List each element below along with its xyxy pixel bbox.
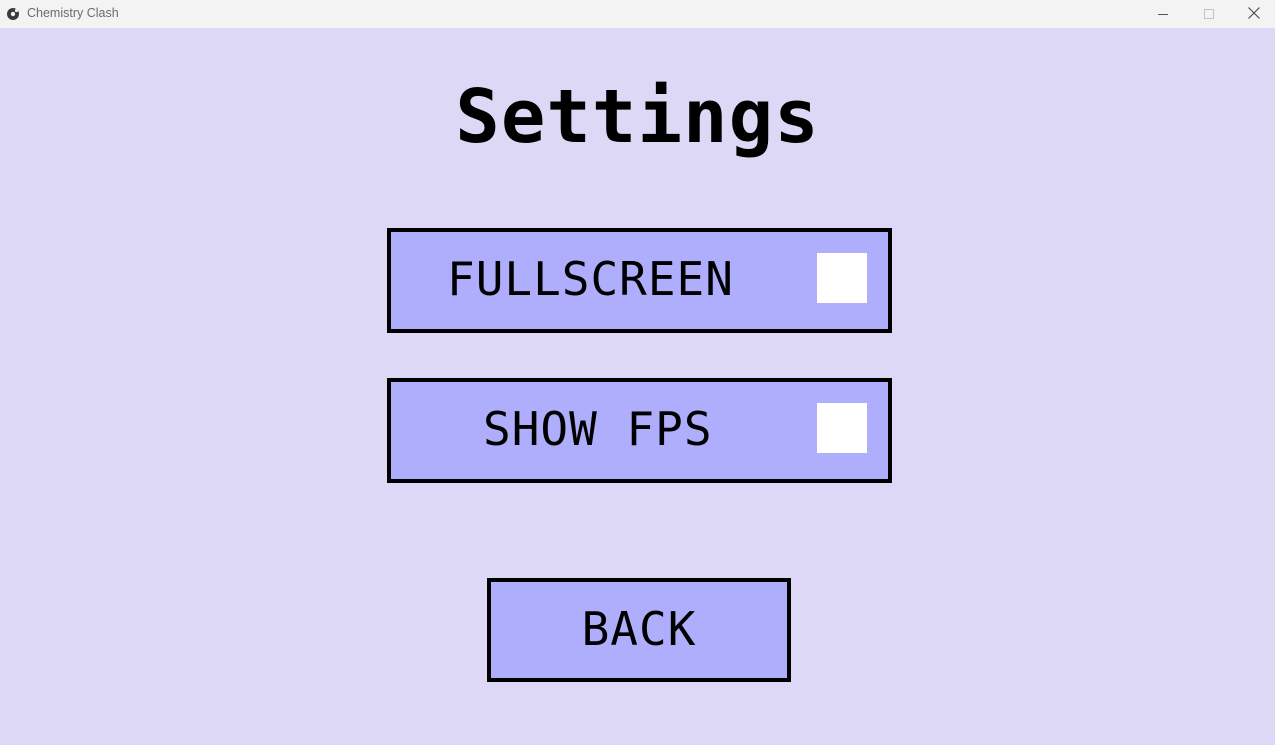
minimize-icon — [1157, 5, 1169, 24]
title-bar: Chemistry Clash — [0, 0, 1275, 28]
window-title: Chemistry Clash — [27, 6, 119, 20]
close-button[interactable] — [1231, 0, 1275, 28]
back-label: BACK — [581, 602, 697, 656]
maximize-icon — [1203, 5, 1215, 24]
app-window: Chemistry Clash Settings FULLSCREEN SHOW… — [0, 0, 1275, 745]
show-fps-toggle-button[interactable]: SHOW FPS — [387, 378, 892, 483]
close-icon — [1247, 5, 1261, 24]
back-button[interactable]: BACK — [487, 578, 791, 682]
fullscreen-checkbox[interactable] — [817, 253, 867, 303]
fullscreen-toggle-button[interactable]: FULLSCREEN — [387, 228, 892, 333]
show-fps-label: SHOW FPS — [483, 402, 713, 456]
fullscreen-label: FULLSCREEN — [447, 252, 734, 306]
game-canvas: Settings FULLSCREEN SHOW FPS BACK — [0, 28, 1275, 745]
app-logo-icon — [6, 6, 20, 20]
minimize-button[interactable] — [1140, 0, 1186, 28]
maximize-button[interactable] — [1186, 0, 1232, 28]
page-title: Settings — [455, 74, 820, 160]
show-fps-checkbox[interactable] — [817, 403, 867, 453]
